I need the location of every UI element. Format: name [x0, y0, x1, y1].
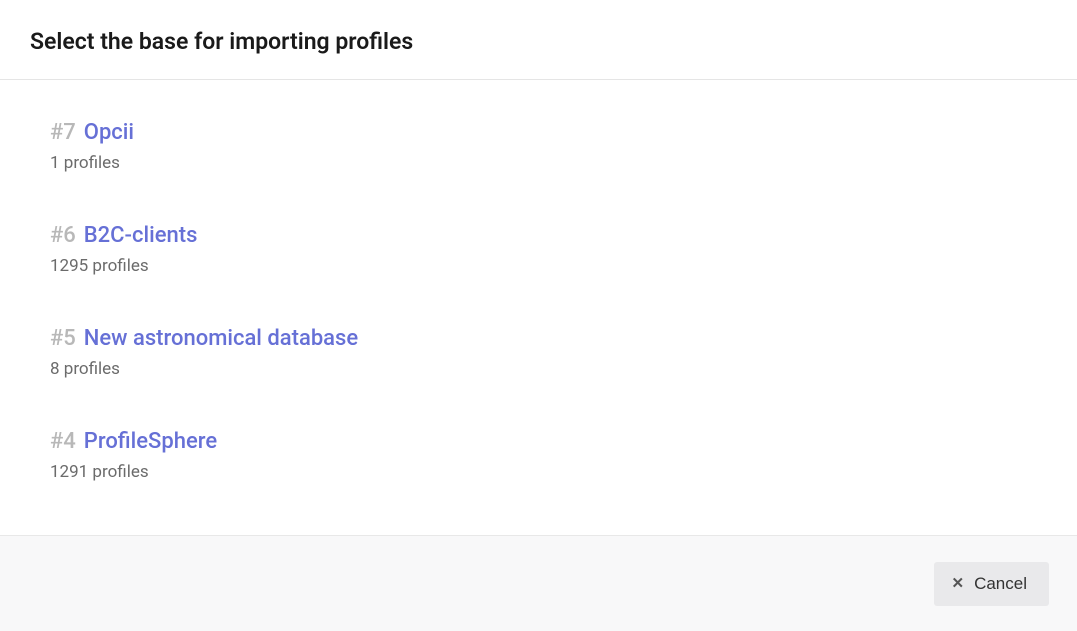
base-name: ProfileSphere — [84, 429, 217, 454]
base-list-scroll[interactable]: #7 Opcii 1 profiles #6 B2C-clients 1295 … — [0, 80, 1077, 529]
base-list: #7 Opcii 1 profiles #6 B2C-clients 1295 … — [0, 80, 1077, 529]
base-number: #7 — [50, 120, 76, 145]
base-subtitle: 1 profiles — [50, 153, 1027, 173]
base-name: B2C-clients — [84, 223, 198, 248]
base-subtitle: 1295 profiles — [50, 256, 1027, 276]
base-item-header: #6 B2C-clients — [50, 223, 1027, 248]
modal-title: Select the base for importing profiles — [30, 28, 1047, 55]
base-item-header: #7 Opcii — [50, 120, 1027, 145]
base-item[interactable]: #5 New astronomical database 8 profiles — [50, 326, 1027, 379]
base-subtitle: 8 profiles — [50, 359, 1027, 379]
base-number: #4 — [50, 429, 76, 454]
base-item[interactable]: #4 ProfileSphere 1291 profiles — [50, 429, 1027, 482]
base-item[interactable]: #6 B2C-clients 1295 profiles — [50, 223, 1027, 276]
base-number: #6 — [50, 223, 76, 248]
base-name: Opcii — [84, 120, 134, 145]
cancel-button-label: Cancel — [974, 574, 1027, 594]
base-name: New astronomical database — [84, 326, 358, 351]
base-item-header: #4 ProfileSphere — [50, 429, 1027, 454]
cancel-button[interactable]: ✕ Cancel — [934, 562, 1050, 606]
close-icon: ✕ — [952, 576, 965, 591]
modal-footer: ✕ Cancel — [0, 535, 1077, 631]
base-item-header: #5 New astronomical database — [50, 326, 1027, 351]
base-number: #5 — [50, 326, 76, 351]
base-item[interactable]: #7 Opcii 1 profiles — [50, 120, 1027, 173]
base-subtitle: 1291 profiles — [50, 462, 1027, 482]
modal-header: Select the base for importing profiles — [0, 0, 1077, 79]
